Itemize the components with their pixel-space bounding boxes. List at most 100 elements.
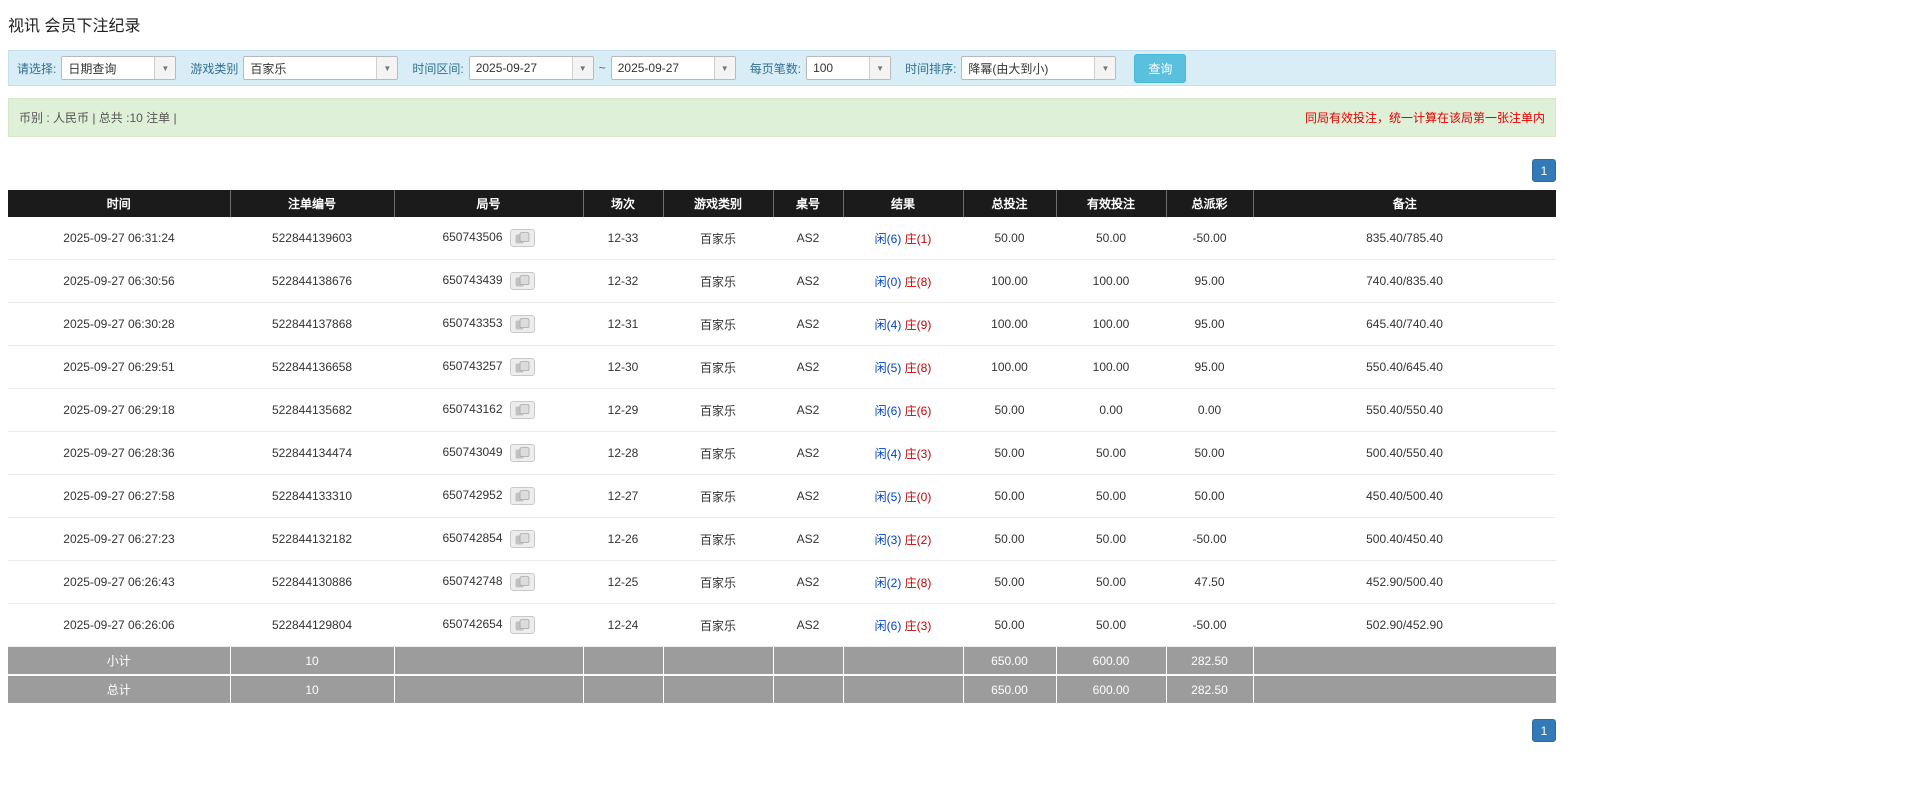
subtotal-valid-bet: 600.00 bbox=[1056, 647, 1166, 676]
player-result: 闲(4) bbox=[875, 447, 902, 461]
filter-group-game-type: 游戏类别 ▼ bbox=[190, 56, 398, 80]
player-result: 闲(5) bbox=[875, 490, 902, 504]
round-result-cards-icon[interactable] bbox=[510, 530, 535, 548]
total-bet-link[interactable]: 100.00 bbox=[963, 260, 1056, 303]
player-result: 闲(2) bbox=[875, 576, 902, 590]
table-row: 2025-09-27 06:26:43 522844130886 6507427… bbox=[8, 561, 1556, 604]
date-range-separator: ~ bbox=[599, 61, 606, 75]
round-result-cards-icon[interactable] bbox=[510, 358, 535, 376]
cell-time: 2025-09-27 06:31:24 bbox=[8, 217, 230, 260]
total-bet-link[interactable]: 50.00 bbox=[963, 217, 1056, 260]
total-bet-link[interactable]: 50.00 bbox=[963, 389, 1056, 432]
round-result-cards-icon[interactable] bbox=[510, 573, 535, 591]
page-title: 视讯 会员下注纪录 bbox=[8, 12, 1556, 36]
round-result-cards-icon[interactable] bbox=[510, 401, 535, 419]
cell-game-type: 百家乐 bbox=[663, 346, 773, 389]
page-button-1[interactable]: 1 bbox=[1532, 719, 1556, 742]
chevron-down-icon[interactable]: ▼ bbox=[572, 57, 593, 79]
cell-payout: -50.00 bbox=[1166, 518, 1253, 561]
cell-note: 450.40/500.40 bbox=[1253, 475, 1556, 518]
round-result-cards-icon[interactable] bbox=[510, 272, 535, 290]
cell-table-no: AS2 bbox=[773, 303, 843, 346]
page-size-input[interactable] bbox=[807, 57, 869, 79]
game-type-input[interactable] bbox=[244, 57, 376, 79]
chevron-down-icon[interactable]: ▼ bbox=[869, 57, 890, 79]
page-button-1[interactable]: 1 bbox=[1532, 159, 1556, 182]
cell-payout: 47.50 bbox=[1166, 561, 1253, 604]
round-result-cards-icon[interactable] bbox=[510, 229, 535, 247]
cell-table-no: AS2 bbox=[773, 432, 843, 475]
cell-note: 835.40/785.40 bbox=[1253, 217, 1556, 260]
chevron-down-icon[interactable]: ▼ bbox=[154, 57, 175, 79]
date-to-combo: ▼ bbox=[611, 56, 736, 80]
cell-round: 650742952 bbox=[394, 475, 583, 518]
round-result-cards-icon[interactable] bbox=[510, 616, 535, 634]
player-result: 闲(4) bbox=[875, 318, 902, 332]
round-result-cards-icon[interactable] bbox=[510, 487, 535, 505]
total-bet-link[interactable]: 50.00 bbox=[963, 518, 1056, 561]
date-from-input[interactable] bbox=[470, 57, 572, 79]
cell-session: 12-30 bbox=[583, 346, 663, 389]
banker-result: 庄(8) bbox=[905, 361, 932, 375]
round-result-cards-icon[interactable] bbox=[510, 444, 535, 462]
cell-payout: 50.00 bbox=[1166, 432, 1253, 475]
total-bet-link[interactable]: 50.00 bbox=[963, 561, 1056, 604]
col-bet-id: 注单编号 bbox=[230, 190, 394, 217]
banker-result: 庄(8) bbox=[905, 275, 932, 289]
cell-bet-id: 522844137868 bbox=[230, 303, 394, 346]
game-type-label: 游戏类别 bbox=[190, 60, 238, 77]
cell-payout: 0.00 bbox=[1166, 389, 1253, 432]
cell-time: 2025-09-27 06:26:06 bbox=[8, 604, 230, 647]
cell-table-no: AS2 bbox=[773, 561, 843, 604]
total-valid-bet: 600.00 bbox=[1056, 675, 1166, 704]
cell-note: 550.40/645.40 bbox=[1253, 346, 1556, 389]
player-result: 闲(5) bbox=[875, 361, 902, 375]
total-bet-link[interactable]: 50.00 bbox=[963, 604, 1056, 647]
chevron-down-icon[interactable]: ▼ bbox=[1094, 57, 1115, 79]
cell-payout: 95.00 bbox=[1166, 346, 1253, 389]
round-number: 650742952 bbox=[442, 488, 502, 502]
cell-round: 650742854 bbox=[394, 518, 583, 561]
cell-result: 闲(6) 庄(1) bbox=[843, 217, 963, 260]
total-bet-link[interactable]: 100.00 bbox=[963, 346, 1056, 389]
sort-order-combo: ▼ bbox=[961, 56, 1116, 80]
table-row: 2025-09-27 06:26:06 522844129804 6507426… bbox=[8, 604, 1556, 647]
game-type-combo: ▼ bbox=[243, 56, 398, 80]
col-table-no: 桌号 bbox=[773, 190, 843, 217]
sort-order-input[interactable] bbox=[962, 57, 1094, 79]
search-button[interactable]: 查询 bbox=[1134, 54, 1186, 83]
cell-session: 12-27 bbox=[583, 475, 663, 518]
cell-result: 闲(6) 庄(3) bbox=[843, 604, 963, 647]
cell-result: 闲(6) 庄(6) bbox=[843, 389, 963, 432]
banker-result: 庄(6) bbox=[905, 404, 932, 418]
cell-valid-bet: 50.00 bbox=[1056, 475, 1166, 518]
cell-time: 2025-09-27 06:27:58 bbox=[8, 475, 230, 518]
cell-table-no: AS2 bbox=[773, 260, 843, 303]
cell-note: 550.40/550.40 bbox=[1253, 389, 1556, 432]
cell-bet-id: 522844130886 bbox=[230, 561, 394, 604]
total-bet-link[interactable]: 50.00 bbox=[963, 475, 1056, 518]
cell-valid-bet: 50.00 bbox=[1056, 604, 1166, 647]
banker-result: 庄(9) bbox=[905, 318, 932, 332]
chevron-down-icon[interactable]: ▼ bbox=[376, 57, 397, 79]
round-number: 650743439 bbox=[442, 273, 502, 287]
round-result-cards-icon[interactable] bbox=[510, 315, 535, 333]
total-label: 总计 bbox=[8, 675, 230, 704]
round-number: 650743049 bbox=[442, 445, 502, 459]
table-row: 2025-09-27 06:30:56 522844138676 6507434… bbox=[8, 260, 1556, 303]
round-number: 650742748 bbox=[442, 574, 502, 588]
cell-session: 12-28 bbox=[583, 432, 663, 475]
cell-time: 2025-09-27 06:30:28 bbox=[8, 303, 230, 346]
cell-valid-bet: 0.00 bbox=[1056, 389, 1166, 432]
total-bet-link[interactable]: 100.00 bbox=[963, 303, 1056, 346]
cell-round: 650743049 bbox=[394, 432, 583, 475]
cell-bet-id: 522844134474 bbox=[230, 432, 394, 475]
subtotal-count: 10 bbox=[230, 647, 394, 676]
select-type-input[interactable] bbox=[62, 57, 154, 79]
chevron-down-icon[interactable]: ▼ bbox=[714, 57, 735, 79]
banker-result: 庄(0) bbox=[905, 490, 932, 504]
date-to-input[interactable] bbox=[612, 57, 714, 79]
page-size-combo: ▼ bbox=[806, 56, 891, 80]
total-bet-link[interactable]: 50.00 bbox=[963, 432, 1056, 475]
cell-table-no: AS2 bbox=[773, 389, 843, 432]
